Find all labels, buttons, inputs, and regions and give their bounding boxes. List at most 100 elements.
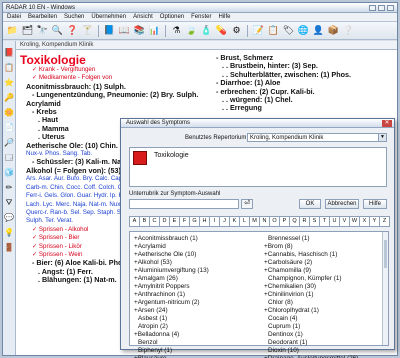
list-scrollbar[interactable] — [382, 232, 388, 345]
menu-uebernehmen[interactable]: Übernehmen — [91, 14, 126, 20]
search-go-button[interactable]: ⏎ — [241, 199, 253, 209]
window-icon[interactable]: 🗔 — [4, 153, 14, 163]
leaf-icon[interactable]: 🍃 — [185, 24, 198, 37]
book-icon[interactable]: 📘 — [103, 24, 116, 37]
globe-icon[interactable]: 🌐 — [297, 24, 310, 37]
question-icon[interactable]: ❓ — [66, 24, 79, 37]
flower-icon[interactable]: 🌼 — [4, 108, 14, 118]
rubric-line[interactable]: . . Schulterblätter, zwischen: (1) Phos. — [216, 71, 397, 79]
box-icon[interactable]: 📦 — [327, 24, 340, 37]
rubric-line[interactable]: . . Erregung — [216, 104, 397, 112]
list-item[interactable]: Cuprum (1) — [264, 323, 384, 331]
ok-button[interactable]: OK — [299, 199, 321, 209]
rubric-line[interactable]: - Diarrhoe: (1) Aloe — [216, 79, 397, 87]
exit-icon[interactable]: 🚪 — [4, 243, 14, 253]
scroll-thumb[interactable] — [384, 240, 387, 268]
list-item[interactable]: +Aconitmissbrauch (1) — [134, 235, 254, 243]
filter-icon[interactable]: ⛛ — [4, 198, 14, 208]
book-open-icon[interactable]: 📖 — [118, 24, 131, 37]
menu-optionen[interactable]: Optionen — [160, 14, 184, 20]
rubric-line[interactable]: . . würgend: (1) Chel. — [216, 96, 397, 104]
chat-icon[interactable]: 💬 — [4, 213, 14, 223]
list-icon[interactable]: 📋 — [4, 63, 14, 73]
rubric-line[interactable]: . . Brustbein, hinter: (3) Sep. — [216, 62, 397, 70]
lamp-icon[interactable]: 💡 — [4, 228, 14, 238]
rubric-line[interactable]: Aconitmissbrauch: (1) Sulph. — [20, 83, 210, 91]
magnifier-icon[interactable]: 🔎 — [4, 138, 14, 148]
list-item[interactable]: Biphenyl (1) — [134, 347, 254, 355]
list-item[interactable]: +Chemikalien (30) — [264, 283, 384, 291]
help-icon[interactable]: ❔ — [342, 24, 355, 37]
pill-icon[interactable]: 💊 — [215, 24, 228, 37]
flask-icon[interactable]: ⚗ — [170, 24, 183, 37]
list-item[interactable]: +Argentum-nitricum (2) — [134, 299, 254, 307]
rubric-line[interactable]: Acrylamid — [20, 100, 210, 108]
list-item[interactable]: Benzol — [134, 339, 254, 347]
bottle-icon[interactable]: 🧴 — [200, 24, 213, 37]
list-item[interactable]: Dentinox (1) — [264, 331, 384, 339]
rubric-line[interactable]: - Lungenentzündung, Pneumonie: (2) Bry. … — [20, 91, 210, 99]
list-item[interactable]: +Belladonna (4) — [134, 331, 254, 339]
cards-icon[interactable]: 🗂 — [21, 24, 34, 37]
list-item[interactable]: +Amalgam (26) — [134, 275, 254, 283]
list-item[interactable]: Cocain (4) — [264, 315, 384, 323]
gear-icon[interactable]: ⚙ — [230, 24, 243, 37]
rubric-line[interactable]: ✓ Krank - Vergiftungen — [20, 66, 210, 74]
list-item[interactable]: +Carbolsäure (2) — [264, 259, 384, 267]
list-item[interactable]: +Cannabis, Haschisch (1) — [264, 251, 384, 259]
list-item[interactable]: +Chamomilla (9) — [264, 267, 384, 275]
person-icon[interactable]: 👤 — [312, 24, 325, 37]
list-item[interactable]: +Aetherische Öle (10) — [134, 251, 254, 259]
list-item[interactable]: Brennessel (1) — [264, 235, 384, 243]
list-item[interactable]: Dioxin (10) — [264, 347, 384, 355]
star-icon[interactable]: ⭐ — [4, 78, 14, 88]
search-icon[interactable]: 🔍 — [51, 24, 64, 37]
list-item[interactable]: +Amylnitrit Poppers — [134, 283, 254, 291]
rubric-line[interactable]: ✓ Medikamente - Folgen von — [20, 74, 210, 82]
list-item[interactable]: Deodorant (1) — [264, 339, 384, 347]
help-button[interactable]: Hilfe — [363, 199, 387, 209]
rubric-line[interactable]: - Krebs — [20, 108, 210, 116]
chart-icon[interactable]: 📊 — [148, 24, 161, 37]
edit-icon[interactable]: ✏ — [4, 183, 14, 193]
menu-bearbeiten[interactable]: Bearbeiten — [28, 14, 57, 20]
page-icon[interactable]: 📄 — [4, 123, 14, 133]
menu-ansicht[interactable]: Ansicht — [133, 14, 153, 20]
book-stack-icon[interactable]: 📚 — [133, 24, 146, 37]
tag-icon[interactable]: 🏷 — [282, 24, 295, 37]
folder-icon[interactable]: 📁 — [6, 24, 19, 37]
close-button[interactable] — [387, 4, 394, 11]
notes-icon[interactable]: 📝 — [252, 24, 265, 37]
dialog-close-button[interactable]: ✕ — [382, 120, 392, 127]
rubric-line[interactable]: - erbrechen: (2) Cupr. Kali-bi. — [216, 88, 397, 96]
binoculars-icon[interactable]: 🔭 — [36, 24, 49, 37]
list-item[interactable]: +Chinilinvirion (1) — [264, 291, 384, 299]
cancel-button[interactable]: Abbrechen — [325, 199, 359, 209]
list-item[interactable]: +Chloroplhydrat (1) — [264, 307, 384, 315]
list-item[interactable]: +Acrylamid — [134, 243, 254, 251]
list-item[interactable]: +Brom (8) — [264, 243, 384, 251]
cube-icon[interactable]: 🧊 — [4, 168, 14, 178]
letter-button[interactable]: Z — [379, 216, 390, 227]
maximize-button[interactable] — [378, 4, 385, 11]
list-item[interactable]: Asbest (1) — [134, 315, 254, 323]
document-tab[interactable]: Kroling, Kompendium Klinik — [16, 41, 397, 50]
list-item[interactable]: +Anthrachinon (1) — [134, 291, 254, 299]
list-item[interactable]: +Arsen (24) — [134, 307, 254, 315]
minimize-button[interactable] — [369, 4, 376, 11]
clipboard-icon[interactable]: 📋 — [267, 24, 280, 37]
key-icon[interactable]: 🔑 — [4, 93, 14, 103]
list-item[interactable]: Champignon, Kümpfer (1) — [264, 275, 384, 283]
rubric-line[interactable]: Toxikologie — [20, 54, 210, 66]
menu-suchen[interactable]: Suchen — [64, 14, 84, 20]
list-item[interactable]: Atropin (2) — [134, 323, 254, 331]
menu-fenster[interactable]: Fenster — [191, 14, 211, 20]
menu-hilfe[interactable]: Hilfe — [218, 14, 230, 20]
list-item[interactable]: Chlor (8) — [264, 299, 384, 307]
book-icon[interactable]: 📕 — [4, 48, 14, 58]
glass-icon[interactable]: 🍸 — [81, 24, 94, 37]
menu-datei[interactable]: Datei — [7, 14, 21, 20]
repertory-select[interactable]: Kroling, Kompendium Klinik ▼ — [247, 133, 387, 142]
list-item[interactable]: +Alkohol (53) — [134, 259, 254, 267]
chevron-down-icon[interactable]: ▼ — [378, 134, 386, 141]
